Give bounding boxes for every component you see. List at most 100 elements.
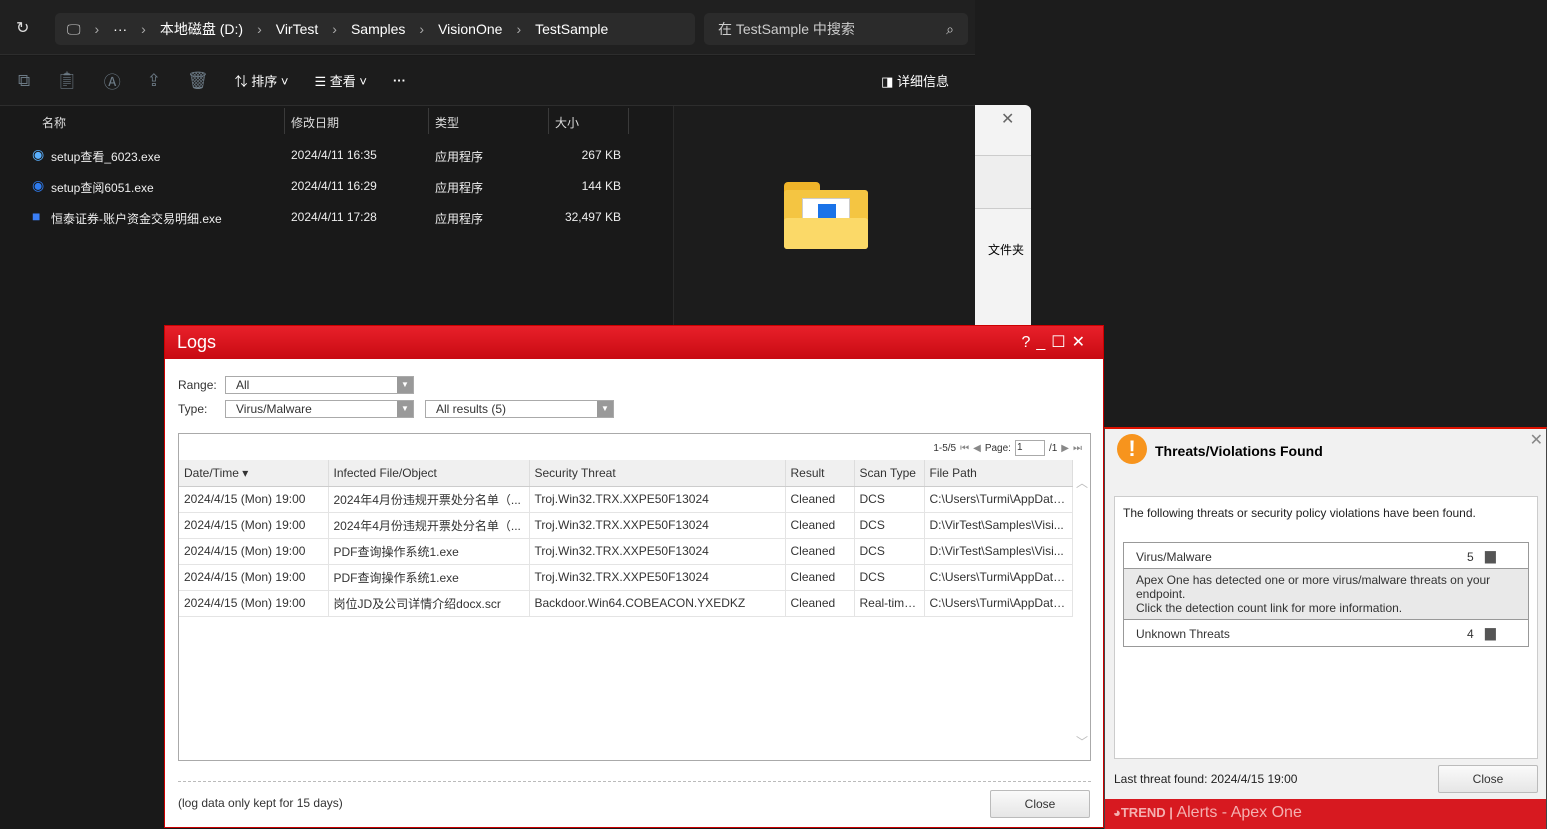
close-button[interactable]: Close <box>990 790 1090 818</box>
record-count: 1-5/5 <box>933 442 957 454</box>
table-row[interactable]: 2024/4/15 (Mon) 19:00 PDF查询操作系统1.exe Troj.… <box>179 538 1073 565</box>
share-icon[interactable]: ⇪ <box>147 71 161 91</box>
breadcrumb-more[interactable]: ··· <box>113 21 127 37</box>
table-cell: 2024年4月份违规开票处分名单（... <box>328 512 530 539</box>
table-row[interactable]: 2024/4/15 (Mon) 19:00 2024年4月份违规开票处分名单（..… <box>179 486 1073 513</box>
column-type[interactable]: 类型 <box>429 108 549 134</box>
breadcrumb-item[interactable]: Samples <box>351 21 405 37</box>
breadcrumb-item[interactable]: VisionOne <box>438 21 502 37</box>
scroll-up-icon[interactable]: ︿ <box>1076 474 1088 491</box>
table-row[interactable]: 2024/4/15 (Mon) 19:00 PDF查询操作系统1.exe Troj.… <box>179 564 1073 591</box>
type-select[interactable]: Virus/Malware ▼ <box>225 400 414 418</box>
column-header-result[interactable]: Result <box>785 460 855 487</box>
paste-icon[interactable]: 📋︎ <box>56 71 78 91</box>
close-icon[interactable]: ✕ <box>1530 430 1543 450</box>
table-cell: Cleaned <box>785 486 855 513</box>
page-label: Page: <box>984 442 1011 454</box>
breadcrumb[interactable]: 🖵 › ··· › 本地磁盘 (D:) › VirTest › Samples › Vis… <box>55 13 695 45</box>
column-header-file-path[interactable]: File Path <box>924 460 1073 487</box>
breadcrumb-item[interactable]: 本地磁盘 (D:) <box>160 19 243 39</box>
maximize-icon[interactable]: ☐ <box>1051 334 1071 351</box>
close-icon[interactable]: ✕ <box>1001 109 1014 129</box>
rename-icon[interactable]: Ⓐ <box>104 68 121 93</box>
table-cell: DCS <box>854 564 925 591</box>
table-row[interactable]: 2024/4/15 (Mon) 19:00 2024年4月份违规开票处分名单（..… <box>179 512 1073 539</box>
results-select[interactable]: All results (5) ▼ <box>425 400 614 418</box>
table-cell: Troj.Win32.TRX.XXPE50F13024 <box>529 538 786 565</box>
details-button[interactable]: ◨ 详细信息 <box>881 71 949 90</box>
last-page-icon[interactable]: ⏭ <box>1073 443 1082 454</box>
table-cell: D:\VirTest\Samples\Visi... <box>924 538 1073 565</box>
chevron-right-icon: › <box>94 21 100 37</box>
column-size[interactable]: 大小 <box>549 108 629 134</box>
table-cell: Troj.Win32.TRX.XXPE50F13024 <box>529 512 786 539</box>
threat-count-link[interactable]: 4 <box>1467 627 1474 641</box>
table-row[interactable]: 2024/4/15 (Mon) 19:00 岗位JD及公司详情介绍docx.scr… <box>179 590 1073 617</box>
file-row[interactable]: ◉ setup查看_6023.exe 2024/4/11 16:35 应用程序 … <box>30 140 630 170</box>
delete-icon[interactable]: 🗑︎ <box>187 71 209 91</box>
file-name: 恒泰证券-账户资金交易明细.exe <box>51 212 222 226</box>
table-cell: 2024/4/15 (Mon) 19:00 <box>179 486 329 513</box>
column-name[interactable]: 名称 <box>30 108 285 134</box>
first-page-icon[interactable]: ⏮ <box>960 443 969 454</box>
threat-count-link[interactable]: 5 <box>1467 550 1474 564</box>
table-cell: C:\Users\Turmi\AppData... <box>924 564 1073 591</box>
vertical-scrollbar[interactable]: ︿ ﹀ <box>1073 460 1090 760</box>
table-cell: 2024/4/15 (Mon) 19:00 <box>179 512 329 539</box>
close-icon[interactable]: ✕ <box>1072 334 1091 351</box>
app-icon: ◉ <box>32 146 45 162</box>
threat-label: Unknown Threats <box>1136 627 1230 641</box>
logs-grid: 1-5/5 ⏮ ◀ Page: 1 /1 ▶ ⏭ Date/Time ▾ Inf… <box>178 433 1091 761</box>
scroll-down-icon[interactable]: ﹀ <box>1076 733 1088 750</box>
type-label: Type: <box>178 402 208 416</box>
column-header-datetime[interactable]: Date/Time ▾ <box>179 460 329 487</box>
help-icon[interactable]: ? <box>1021 334 1036 351</box>
footer-title: Alerts - Apex One <box>1176 804 1302 821</box>
breadcrumb-item[interactable]: TestSample <box>535 21 608 37</box>
range-select[interactable]: All ▼ <box>225 376 414 394</box>
page-input[interactable]: 1 <box>1014 440 1045 456</box>
refresh-icon[interactable]: ↻ <box>16 18 29 38</box>
file-size: 144 KB <box>581 179 621 193</box>
alert-title: Threats/Violations Found <box>1155 443 1323 459</box>
next-page-icon[interactable]: ▶ <box>1061 443 1069 454</box>
search-input[interactable]: 在 TestSample 中搜索 ⌕ <box>704 13 968 45</box>
column-header-infected-file[interactable]: Infected File/Object <box>328 460 530 487</box>
column-header-scan-type[interactable]: Scan Type <box>854 460 925 487</box>
comment-icon[interactable]: ▆ <box>1485 624 1496 641</box>
dropdown-arrow-icon: ▼ <box>397 401 413 417</box>
minimize-icon[interactable]: _ <box>1036 334 1051 351</box>
app-icon: ◉ <box>32 177 45 193</box>
file-name: setup查看_6023.exe <box>51 150 161 164</box>
close-button[interactable]: Close <box>1438 765 1538 793</box>
table-cell: C:\Users\Turmi\AppData... <box>924 590 1073 617</box>
copy-icon[interactable]: ⧉ <box>18 71 30 91</box>
table-cell: 岗位JD及公司详情介绍docx.scr <box>328 590 530 617</box>
page-total: /1 <box>1048 442 1058 454</box>
table-cell: C:\Users\Turmi\AppData... <box>924 486 1073 513</box>
app-icon: ■ <box>32 208 41 224</box>
sort-button[interactable]: ⇅ 排序 ˅ <box>235 71 289 90</box>
column-header-security-threat[interactable]: Security Threat <box>529 460 786 487</box>
table-cell: Real-time... <box>854 590 925 617</box>
details-pane <box>673 106 975 325</box>
table-cell: D:\VirTest\Samples\Visi... <box>924 512 1073 539</box>
threat-item-unknown: Unknown Threats 4 ▆ <box>1124 620 1528 646</box>
file-date: 2024/4/11 17:28 <box>291 210 377 224</box>
search-icon: ⌕ <box>946 20 954 37</box>
view-button[interactable]: ☰ 查看 ˅ <box>314 71 367 90</box>
file-row[interactable]: ■ 恒泰证券-账户资金交易明细.exe 2024/4/11 17:28 应用程序… <box>30 202 630 232</box>
column-date[interactable]: 修改日期 <box>285 108 429 134</box>
table-cell: Cleaned <box>785 590 855 617</box>
warning-icon: ! <box>1117 434 1147 464</box>
computer-icon: 🖵 <box>67 20 81 37</box>
table-cell: 2024年4月份违规开票处分名单（... <box>328 486 530 513</box>
breadcrumb-item[interactable]: VirTest <box>276 21 319 37</box>
prev-page-icon[interactable]: ◀ <box>973 443 981 454</box>
file-row[interactable]: ◉ setup查阅6051.exe 2024/4/11 16:29 应用程序 1… <box>30 171 630 201</box>
alert-footer: ◕TREND | Alerts - Apex One <box>1105 799 1546 829</box>
more-button[interactable]: ··· <box>393 73 406 88</box>
alert-content: The following threats or security policy… <box>1114 496 1538 759</box>
last-threat-found: Last threat found: 2024/4/15 19:00 <box>1114 772 1298 786</box>
comment-icon[interactable]: ▆ <box>1485 547 1496 564</box>
